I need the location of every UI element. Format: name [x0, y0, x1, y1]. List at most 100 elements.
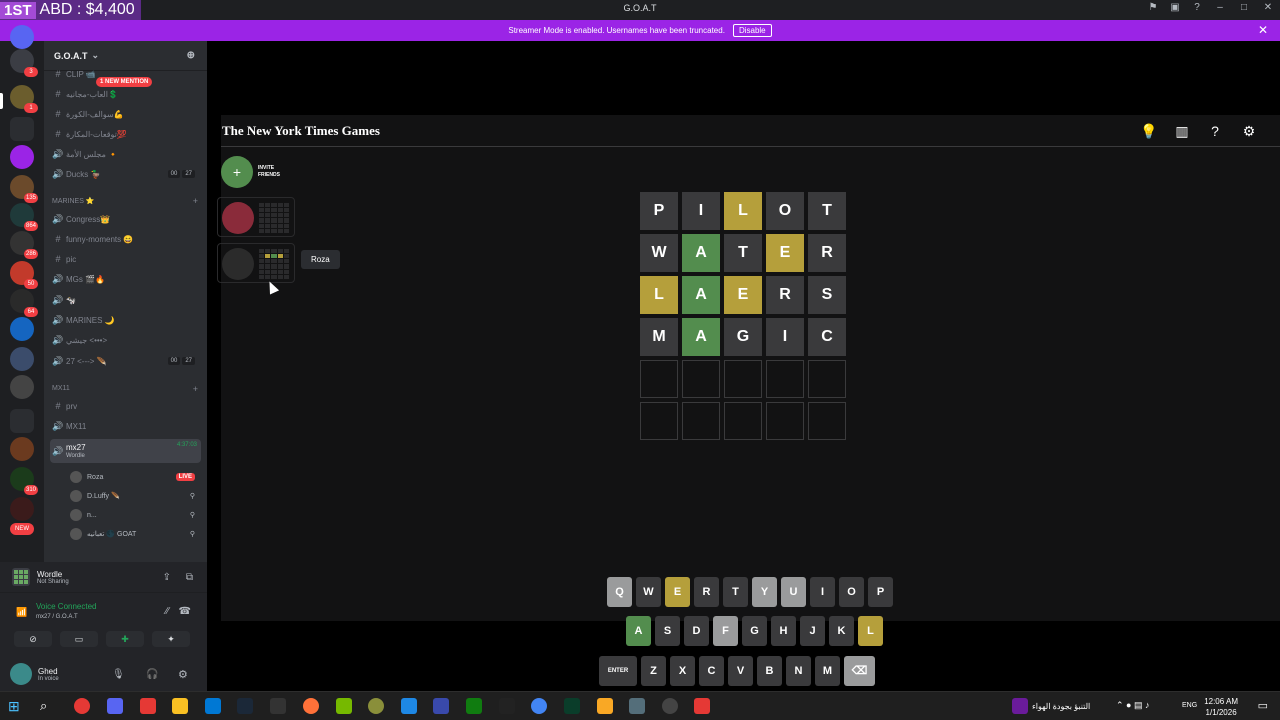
server-icon[interactable]: 50	[10, 261, 38, 289]
channel-item[interactable]: # توقعات-المكارة💯	[50, 125, 201, 143]
soundboard-icon[interactable]: ✦	[152, 631, 190, 647]
key-v[interactable]: V	[728, 656, 753, 686]
app-icon[interactable]	[499, 698, 515, 714]
key-e[interactable]: E	[665, 577, 690, 607]
player-card[interactable]	[217, 243, 295, 283]
voice-user[interactable]: D.Luffy 🪶 ⚲	[70, 487, 201, 505]
headphones-icon[interactable]: 🎧	[146, 669, 158, 680]
server-icon[interactable]	[10, 375, 34, 399]
server-icon[interactable]: 1	[10, 85, 38, 113]
nvidia-icon[interactable]	[336, 698, 352, 714]
key-w[interactable]: W	[636, 577, 661, 607]
key-x[interactable]: X	[670, 656, 695, 686]
screen-share-icon[interactable]: ▭	[60, 631, 98, 647]
channel-item[interactable]: 🔊 Congress👑	[50, 210, 201, 228]
key-f[interactable]: F	[713, 616, 738, 646]
language-indicator[interactable]: ENG	[1182, 702, 1197, 709]
activity-icon[interactable]: ✚	[106, 631, 144, 647]
voice-user[interactable]: تعبانيه 🌑 GOAT ⚲	[70, 525, 201, 543]
key-c[interactable]: C	[699, 656, 724, 686]
microphone-icon[interactable]: 🎙	[112, 669, 125, 680]
channel-item[interactable]: 🔊 mx27 4:37:03 Wordle	[50, 439, 201, 463]
key-o[interactable]: O	[839, 577, 864, 607]
minimize-icon[interactable]: –	[1208, 2, 1232, 13]
server-icon[interactable]: 286	[10, 231, 38, 259]
key-t[interactable]: T	[723, 577, 748, 607]
signal-icon[interactable]: 📶	[16, 607, 27, 618]
server-icon[interactable]	[10, 347, 34, 371]
channel-item[interactable]: 🔊 MX11	[50, 417, 201, 435]
key-k[interactable]: K	[829, 616, 854, 646]
camera-off-icon[interactable]: ⊘	[14, 631, 52, 647]
key-d[interactable]: D	[684, 616, 709, 646]
server-icon[interactable]: 3	[10, 49, 38, 77]
settings-icon[interactable]: ⚙	[1239, 121, 1259, 141]
maximize-icon[interactable]: □	[1232, 2, 1256, 13]
discord-icon[interactable]	[107, 698, 123, 714]
app-icon[interactable]	[564, 698, 580, 714]
youtube-icon[interactable]	[694, 698, 710, 714]
key-y[interactable]: Y	[752, 577, 777, 607]
channel-item[interactable]: 🔊 27 <---> 🪶 00 27	[50, 352, 201, 370]
key-h[interactable]: H	[771, 616, 796, 646]
app-icon[interactable]	[531, 698, 547, 714]
chrome-icon[interactable]	[74, 698, 90, 714]
backspace-key[interactable]: ⌫	[844, 656, 875, 686]
key-g[interactable]: G	[742, 616, 767, 646]
tray-icons[interactable]: ⌃ ● ▤ ♪	[1116, 700, 1149, 711]
disconnect-icon[interactable]: ☎	[179, 606, 191, 617]
voice-user[interactable]: Roza LIVE	[70, 468, 201, 486]
server-icon[interactable]: 135	[10, 175, 38, 203]
server-icon[interactable]: 64	[10, 289, 38, 317]
app-icon[interactable]	[270, 698, 286, 714]
app-icon[interactable]	[433, 698, 449, 714]
key-q[interactable]: Q	[607, 577, 632, 607]
close-window-icon[interactable]: ✕	[1256, 2, 1280, 13]
app-icon[interactable]	[140, 698, 156, 714]
key-u[interactable]: U	[781, 577, 806, 607]
new-mention-badge[interactable]: 1 NEW MENTION	[96, 77, 153, 87]
close-icon[interactable]: ✕	[1258, 23, 1268, 37]
home-icon[interactable]	[10, 25, 34, 49]
channel-item[interactable]: 🔊 🐄	[50, 291, 201, 309]
hint-icon[interactable]: 💡	[1139, 121, 1159, 141]
screen-icon[interactable]: ▣	[1164, 2, 1186, 13]
channel-item[interactable]: # العاب-مجانيه💲	[50, 85, 201, 103]
noise-suppression-icon[interactable]: ∕∕	[166, 606, 169, 617]
notification-icon[interactable]: ▭	[1258, 699, 1268, 712]
category-marines[interactable]: MARINES ⭐ +	[52, 196, 202, 206]
app-icon[interactable]	[368, 698, 384, 714]
help-icon[interactable]: ?	[1205, 121, 1225, 141]
channel-item[interactable]: 🔊 Ducks 🦆 00 27	[50, 165, 201, 183]
key-z[interactable]: Z	[641, 656, 666, 686]
app-icon[interactable]	[662, 698, 678, 714]
app-icon[interactable]	[401, 698, 417, 714]
key-l[interactable]: L	[858, 616, 883, 646]
help-icon[interactable]: ?	[1186, 2, 1208, 13]
settings-icon[interactable]: ⚙	[178, 668, 188, 681]
folder-icon[interactable]	[10, 409, 34, 433]
clock[interactable]: 12:06 AM 1/1/2026	[1204, 696, 1238, 718]
channel-item[interactable]: # pic	[50, 250, 201, 268]
add-channel-icon[interactable]: +	[193, 196, 198, 206]
channel-item[interactable]: # prv	[50, 397, 201, 415]
voice-channel[interactable]: mx27 / G.O.A.T	[36, 614, 78, 620]
stats-icon[interactable]: ▥	[1172, 121, 1192, 141]
channel-item[interactable]: # سوالف-الكورة💪	[50, 105, 201, 123]
folder-icon[interactable]	[10, 117, 34, 141]
server-icon[interactable]: 864	[10, 203, 38, 231]
start-icon[interactable]: ⊞	[8, 698, 24, 714]
channel-item[interactable]: 🔊 مجلس الأمة 🔸	[50, 145, 201, 163]
key-b[interactable]: B	[757, 656, 782, 686]
channel-item[interactable]: 🔊 جيشي <•••>	[50, 331, 201, 349]
add-channel-icon[interactable]: +	[193, 384, 198, 394]
app-icon[interactable]	[597, 698, 613, 714]
add-member-icon[interactable]: ⊕	[187, 50, 195, 61]
enter-key[interactable]: ENTER	[599, 656, 637, 686]
key-a[interactable]: A	[626, 616, 651, 646]
xbox-icon[interactable]	[466, 698, 482, 714]
voice-user[interactable]: n... ⚲	[70, 506, 201, 524]
key-j[interactable]: J	[800, 616, 825, 646]
player-card[interactable]	[217, 197, 295, 237]
category-mx11[interactable]: MX11 +	[52, 384, 202, 394]
